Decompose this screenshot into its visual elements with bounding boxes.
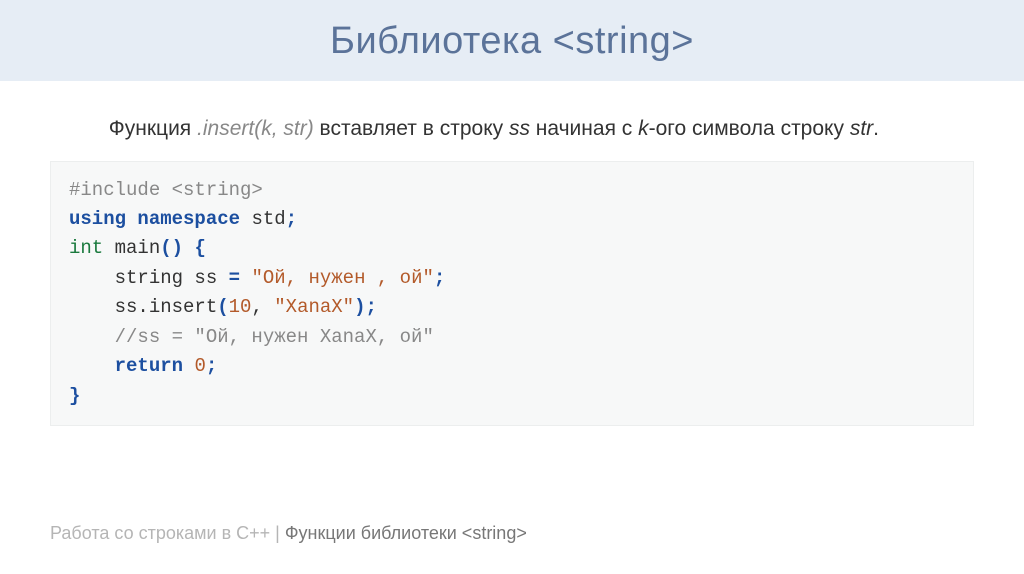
desc-var-str: str	[850, 117, 873, 140]
code-token: ,	[251, 296, 274, 318]
footer-light: Работа со строками в C++ |	[50, 523, 285, 543]
code-number: 0	[194, 355, 205, 377]
desc-text: .	[873, 117, 879, 140]
code-comment: //ss = "Ой, нужен XanaX, ой"	[115, 326, 434, 348]
code-block: #include <string> using namespace std; i…	[50, 161, 974, 427]
code-punc: ()	[160, 237, 183, 259]
code-number: 10	[229, 296, 252, 318]
code-punc: ;	[286, 208, 297, 230]
code-string: "Ой, нужен , ой"	[251, 267, 433, 289]
content-area: Функция .insert(k, str) вставляет в стро…	[0, 81, 1024, 426]
desc-text: начиная с	[530, 117, 638, 140]
code-punc: }	[69, 385, 80, 407]
code-token: ss.insert	[115, 296, 218, 318]
code-punc: ;	[206, 355, 217, 377]
footer: Работа со строками в C++ | Функции библи…	[50, 523, 527, 544]
code-token: string ss	[115, 267, 229, 289]
code-kw-using: using	[69, 208, 126, 230]
code-type-int: int	[69, 237, 103, 259]
footer-dark: Функции библиотеки <string>	[285, 523, 527, 543]
code-include: #include <string>	[69, 179, 263, 201]
code-punc: =	[229, 267, 240, 289]
code-punc: ;	[434, 267, 445, 289]
desc-text: Функция	[109, 117, 197, 140]
desc-var-ss: ss	[509, 117, 530, 140]
code-indent	[69, 355, 115, 377]
code-punc: ;	[366, 296, 377, 318]
code-indent	[69, 267, 115, 289]
desc-func: .insert(k, str)	[197, 117, 314, 140]
desc-text: -ого символа строку	[649, 117, 850, 140]
code-punc: (	[217, 296, 228, 318]
page-title: Библиотека <string>	[0, 20, 1024, 63]
code-kw-return: return	[115, 355, 183, 377]
code-token	[183, 355, 194, 377]
code-punc: {	[183, 237, 206, 259]
title-bar: Библиотека <string>	[0, 0, 1024, 81]
desc-var-k: k	[638, 117, 649, 140]
description-paragraph: Функция .insert(k, str) вставляет в стро…	[50, 113, 974, 145]
code-indent	[69, 296, 115, 318]
code-token	[240, 267, 251, 289]
code-indent	[69, 326, 115, 348]
desc-text: вставляет в строку	[314, 117, 509, 140]
code-punc: )	[354, 296, 365, 318]
code-kw-namespace: namespace	[137, 208, 240, 230]
code-token: std	[240, 208, 286, 230]
code-string: "XanaX"	[274, 296, 354, 318]
code-token: main	[103, 237, 160, 259]
